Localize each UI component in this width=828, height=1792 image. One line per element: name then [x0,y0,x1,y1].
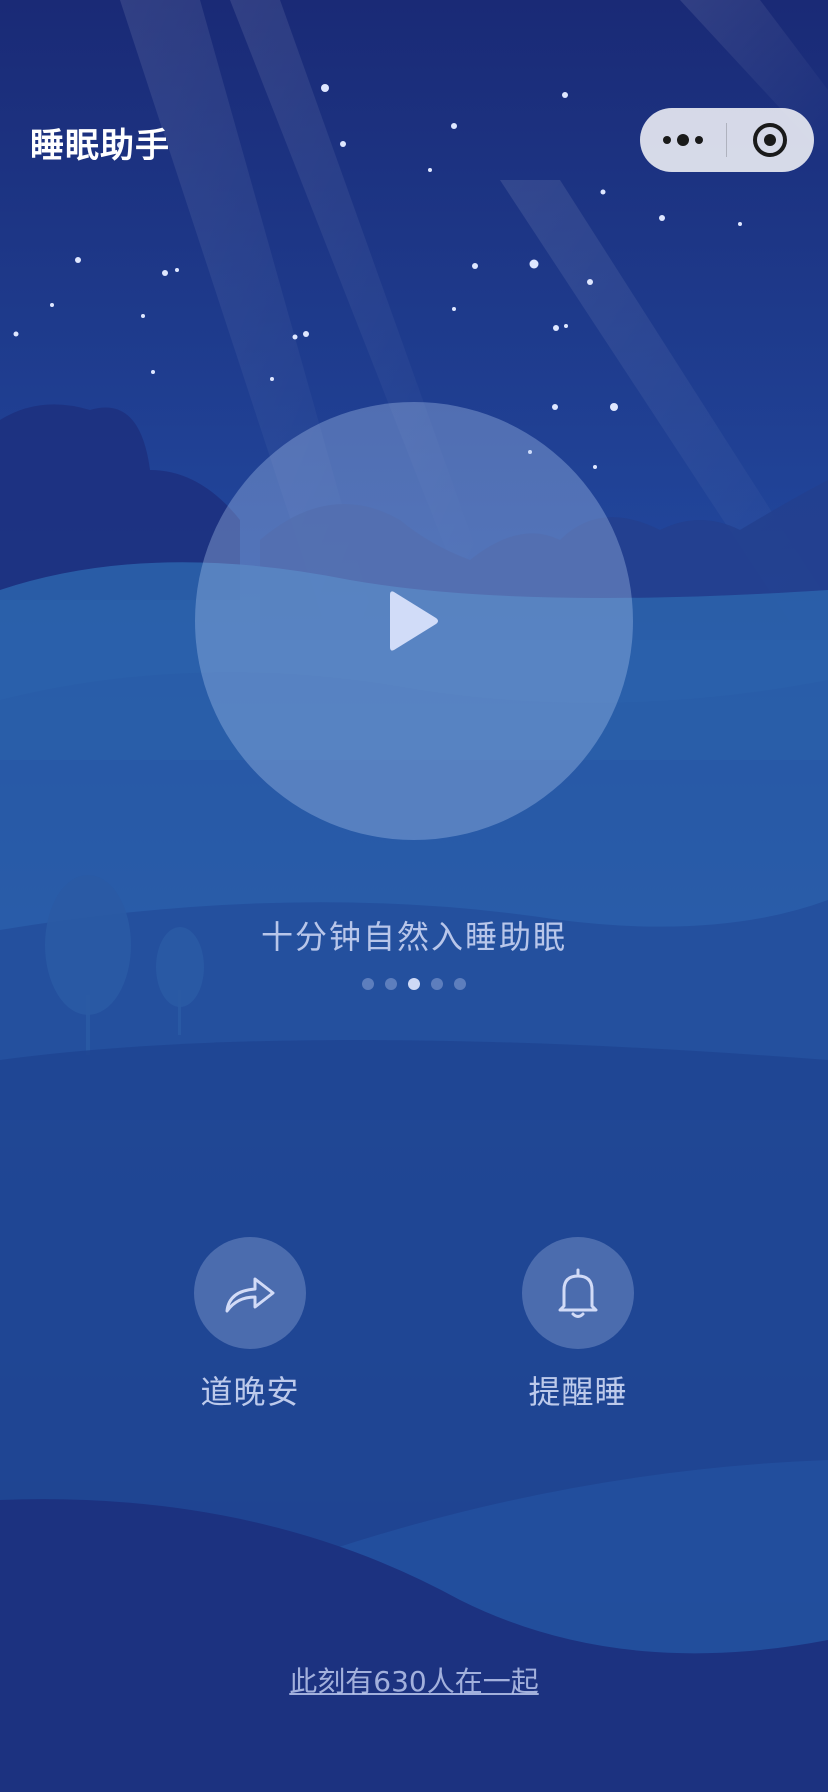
more-menu-button[interactable] [640,108,726,172]
target-circle-icon [753,123,787,157]
say-goodnight-label: 道晚安 [200,1373,300,1411]
track-title: 十分钟自然入睡助眠 [260,918,567,956]
sleep-reminder-button[interactable]: 提醒睡 [508,1237,648,1413]
play-button[interactable] [195,402,633,840]
sleep-reminder-label: 提醒睡 [528,1373,628,1411]
more-dots-icon [663,134,703,146]
pagination-dot[interactable] [385,978,397,990]
pagination-dot[interactable] [454,978,466,990]
say-goodnight-button[interactable]: 道晚安 [180,1237,320,1413]
night-landscape-background [0,0,828,1792]
app-title: 睡眠助手 [30,126,170,166]
mini-program-capsule [640,108,814,172]
pagination-dot[interactable] [362,978,374,990]
share-arrow-icon [225,1277,275,1313]
carousel-pagination [362,978,466,990]
bell-icon [558,1268,598,1318]
play-icon [390,591,438,651]
bell-circle [522,1237,634,1349]
share-circle [194,1237,306,1349]
pagination-dot[interactable] [431,978,443,990]
pagination-dot-active[interactable] [408,978,420,990]
close-mini-program-button[interactable] [727,108,813,172]
online-users-link[interactable]: 此刻有630人在一起 [0,1660,828,1700]
